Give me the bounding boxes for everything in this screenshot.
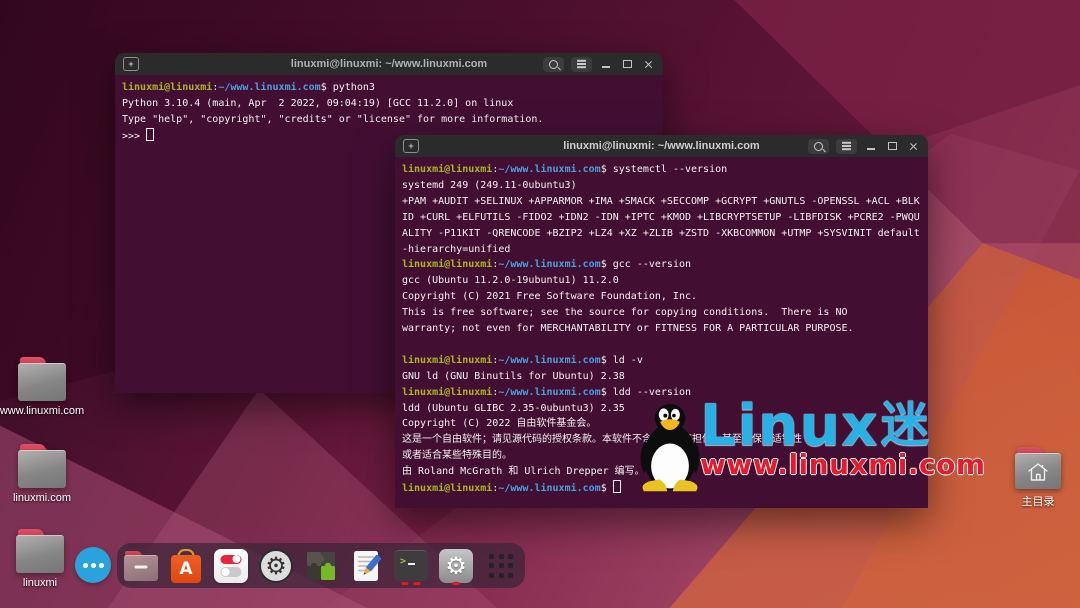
running-indicator (453, 582, 460, 585)
minimize-icon (602, 66, 610, 68)
search-icon (549, 60, 558, 69)
text-editor-icon (350, 549, 382, 583)
new-tab-button[interactable]: + (123, 57, 139, 71)
terminal-icon: > (394, 550, 428, 581)
desktop-home-label: 主目录 (990, 493, 1080, 509)
running-indicator (402, 582, 421, 585)
desktop-folder-linuxmi-com[interactable]: linuxmi.com (0, 444, 90, 504)
terminal-line: Copyright (C) 2021 Free Software Foundat… (402, 289, 928, 305)
maximize-button[interactable] (620, 57, 634, 71)
terminal-line: This is free software; see the source fo… (402, 305, 928, 321)
dock-item-utilities[interactable]: ⚙ (258, 543, 294, 588)
hamburger-menu-icon (577, 63, 586, 64)
desktop: www.linuxmi.com linuxmi.com linuxmi 主目录 … (0, 0, 1080, 608)
menu-button[interactable] (836, 139, 857, 154)
desktop-folder-label: linuxmi (0, 577, 88, 589)
terminal-line (402, 337, 928, 353)
terminal-line: linuxmi@linuxmi:~/www.linuxmi.com$ ldd -… (402, 385, 928, 401)
new-tab-button[interactable]: + (403, 139, 419, 153)
folder-icon (18, 357, 66, 401)
plus-icon: + (128, 60, 133, 69)
menu-button[interactable] (571, 57, 592, 72)
three-dots-circle-icon[interactable] (75, 547, 111, 583)
search-button[interactable] (808, 139, 829, 154)
desktop-folder-label: linuxmi.com (0, 492, 90, 504)
titlebar[interactable]: + linuxmi@linuxmi: ~/www.linuxmi.com (395, 135, 928, 157)
dock-item-settings[interactable] (213, 543, 249, 588)
terminal-line: 这是一个自由软件；请见源代码的授权条款。本软件不含任何没有担保；甚至不保证适销性 (402, 432, 928, 448)
desktop-folder-label: www.linuxmi.com (0, 405, 90, 417)
show-apps-grid-icon (489, 554, 513, 578)
folder-icon (16, 529, 64, 573)
dock-item-system-tool[interactable]: ⚙ (438, 543, 474, 588)
dock-item-show-applications[interactable] (483, 543, 519, 588)
desktop-home-folder[interactable]: 主目录 (990, 447, 1080, 509)
terminal-line: 或者适合某些特殊目的。 (402, 448, 928, 464)
terminal-line: 由 Roland McGrath 和 Ulrich Drepper 编写。 (402, 464, 928, 480)
dock-item-terminal[interactable]: > (393, 543, 429, 588)
terminal-line: linuxmi@linuxmi:~/www.linuxmi.com$ syste… (402, 162, 928, 178)
search-button[interactable] (543, 57, 564, 72)
dock: A ⚙ (117, 543, 525, 588)
minimize-icon (867, 148, 875, 150)
plus-icon: + (408, 142, 413, 151)
terminal-line: linuxmi@linuxmi:~/www.linuxmi.com$ pytho… (122, 80, 663, 96)
house-icon (1026, 461, 1050, 483)
gray-gear-icon: ⚙ (439, 549, 473, 583)
titlebar[interactable]: + linuxmi@linuxmi: ~/www.linuxmi.com (115, 53, 663, 75)
folder-icon (18, 444, 66, 488)
search-icon (814, 142, 823, 151)
maximize-icon (888, 142, 897, 150)
terminal-line: linuxmi@linuxmi:~/www.linuxmi.com$ (402, 480, 928, 497)
terminal-line: -hierarchy=unified (402, 242, 928, 258)
terminal-line: systemd 249 (249.11-0ubuntu3) (402, 178, 928, 194)
terminal-cursor (146, 128, 154, 141)
terminal-line: Type "help", "copyright", "credits" or "… (122, 112, 663, 128)
terminal-line: ldd (Ubuntu GLIBC 2.35-0ubuntu3) 2.35 (402, 401, 928, 417)
terminal-line: Copyright (C) 2022 自由软件基金会。 (402, 416, 928, 432)
settings-toggles-icon (214, 549, 248, 583)
terminal-output[interactable]: linuxmi@linuxmi:~/www.linuxmi.com$ syste… (395, 157, 928, 508)
terminal-line: gcc (Ubuntu 11.2.0-19ubuntu1) 11.2.0 (402, 273, 928, 289)
minimize-button[interactable] (599, 57, 613, 71)
extensions-puzzle-icon (304, 550, 338, 582)
minimize-button[interactable] (864, 139, 878, 153)
window-title: linuxmi@linuxmi: ~/www.linuxmi.com (291, 58, 487, 70)
dock-item-extensions[interactable] (303, 543, 339, 588)
window-title: linuxmi@linuxmi: ~/www.linuxmi.com (563, 140, 759, 152)
terminal-line: Python 3.10.4 (main, Apr 2 2022, 09:04:1… (122, 96, 663, 112)
hamburger-menu-icon (842, 145, 851, 146)
terminal-line: warranty; not even for MERCHANTABILITY o… (402, 321, 928, 337)
desktop-folder-www-linuxmi-com[interactable]: www.linuxmi.com (0, 357, 90, 417)
terminal-cursor (613, 480, 621, 493)
terminal-window-2: + linuxmi@linuxmi: ~/www.linuxmi.com lin… (395, 135, 928, 508)
maximize-icon (623, 60, 632, 68)
terminal-line: linuxmi@linuxmi:~/www.linuxmi.com$ gcc -… (402, 257, 928, 273)
dock-item-text-editor[interactable] (348, 543, 384, 588)
close-button[interactable] (641, 57, 655, 71)
terminal-line: ID +CURL +ELFUTILS -FIDO2 +IDN2 -IDN +IP… (402, 210, 928, 226)
close-icon (909, 142, 918, 151)
dock-item-files[interactable] (123, 543, 159, 588)
files-icon (124, 551, 158, 581)
terminal-line: ALITY -P11KIT -QRENCODE +BZIP2 +LZ4 +XZ … (402, 226, 928, 242)
dock-item-ubuntu-software[interactable]: A (168, 543, 204, 588)
maximize-button[interactable] (885, 139, 899, 153)
close-button[interactable] (906, 139, 920, 153)
ubuntu-software-icon: A (169, 549, 203, 583)
close-icon (644, 60, 653, 69)
terminal-line: +PAM +AUDIT +SELINUX +APPARMOR +IMA +SMA… (402, 194, 928, 210)
home-folder-icon (1015, 447, 1061, 489)
gear-circle-icon: ⚙ (259, 549, 293, 583)
terminal-line: GNU ld (GNU Binutils for Ubuntu) 2.38 (402, 369, 928, 385)
terminal-line: linuxmi@linuxmi:~/www.linuxmi.com$ ld -v (402, 353, 928, 369)
